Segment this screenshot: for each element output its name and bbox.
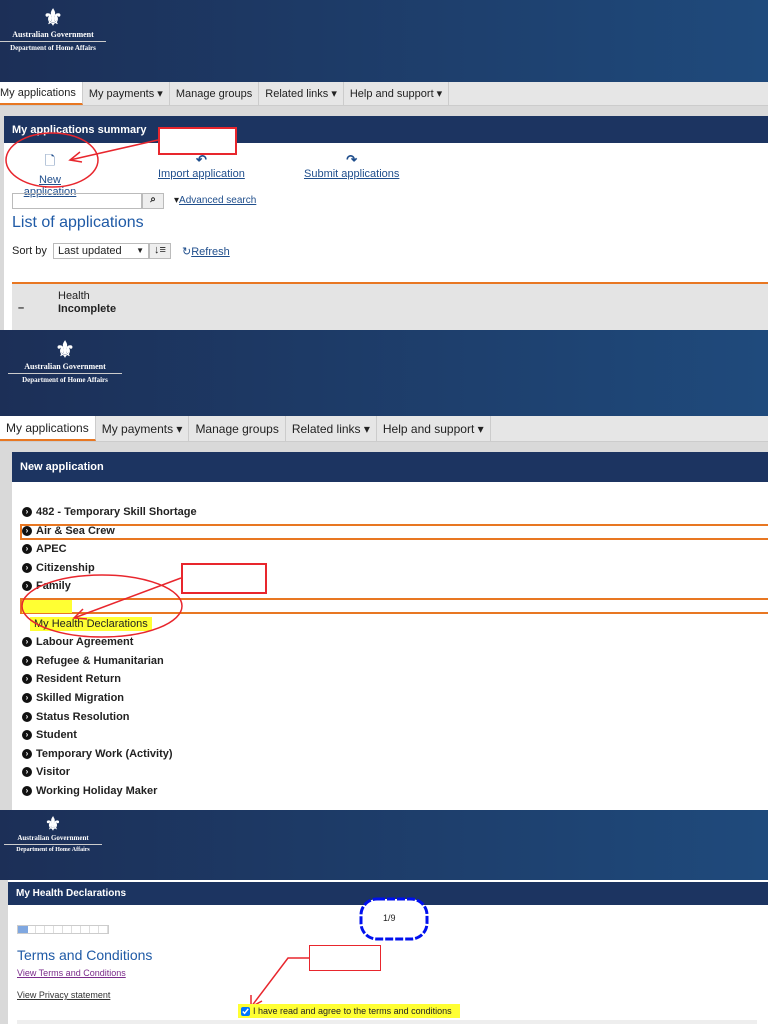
share-icon: ↷ [346, 152, 358, 167]
chevron-right-icon: › [22, 674, 32, 685]
agree-terms-checkbox-row[interactable]: I have read and agree to the terms and c… [238, 1004, 460, 1018]
nav-my-payments[interactable]: My payments ▾ [83, 82, 170, 105]
gov-logo: ⚜ Australian Government Department of Ho… [4, 814, 102, 853]
nav-my-payments[interactable]: My payments ▾ [96, 416, 190, 441]
search-icon: ⌕ [150, 194, 156, 205]
progress-fill [18, 926, 28, 933]
agree-label: I have read and agree to the terms and c… [253, 1006, 452, 1016]
search-input[interactable] [12, 193, 142, 209]
view-terms-link[interactable]: View Terms and Conditions [17, 968, 126, 978]
main-nav: My applications My payments ▾ Manage gro… [0, 82, 768, 106]
nav-help-support[interactable]: Help and support ▾ [377, 416, 491, 441]
chevron-right-icon: › [22, 767, 32, 778]
nav-help-support[interactable]: Help and support ▾ [344, 82, 450, 105]
nav-my-applications[interactable]: My applications [0, 82, 83, 105]
nav-manage-groups[interactable]: Manage groups [189, 416, 286, 441]
submit-applications-button[interactable]: ↷ Submit applications [304, 152, 399, 180]
chevron-right-icon: › [22, 693, 32, 703]
refresh-icon: ↻ [182, 246, 192, 258]
application-type-item[interactable]: › Working Holiday Maker [22, 785, 157, 797]
application-row[interactable]: – Health Incomplete [12, 282, 768, 330]
main-nav: My applications My payments ▾ Manage gro… [0, 416, 768, 442]
agree-checkbox[interactable] [241, 1006, 250, 1016]
refresh-link[interactable]: ↻Refresh [182, 245, 230, 258]
advanced-search-link[interactable]: Advanced search [179, 195, 256, 206]
panel-title: New application [12, 452, 768, 482]
application-type-item[interactable]: › 482 - Temporary Skill Shortage [22, 506, 197, 518]
progress-bar [17, 925, 109, 934]
application-type-item[interactable]: › Status Resolution [22, 711, 130, 723]
view-privacy-link[interactable]: View Privacy statement [17, 990, 110, 1000]
application-type-item[interactable]: › Temporary Work (Activity) [22, 748, 173, 760]
nav-my-applications[interactable]: My applications [0, 416, 96, 441]
step-indicator: 1/9 [383, 913, 396, 923]
chevron-right-icon: › [22, 786, 32, 796]
row-status: Incomplete [58, 303, 117, 315]
sort-select[interactable]: Last updated ▼ [53, 243, 149, 259]
chevron-right-icon: › [22, 730, 32, 741]
nav-manage-groups[interactable]: Manage groups [170, 82, 260, 105]
application-type-item[interactable]: › Skilled Migration [22, 692, 124, 704]
annotation-circle-arrow [5, 132, 159, 188]
chevron-right-icon: › [22, 544, 32, 555]
row-type: Health [58, 290, 90, 302]
site-header [0, 810, 768, 880]
gov-logo: ⚜ Australian Government Department of Ho… [8, 338, 122, 384]
row-toggle[interactable]: – [18, 302, 24, 314]
chevron-right-icon: › [22, 655, 32, 666]
chevron-right-icon: › [22, 748, 32, 759]
application-type-item[interactable]: › Visitor [22, 766, 70, 778]
sort-order-button[interactable]: ↓≡ [149, 243, 171, 259]
gov-logo: ⚜ Australian Government Department of Ho… [0, 6, 106, 52]
site-header [0, 0, 768, 82]
nav-related-links[interactable]: Related links ▾ [286, 416, 377, 441]
chevron-right-icon: › [22, 507, 32, 517]
application-type-item[interactable]: › Resident Return [22, 673, 121, 685]
search-button[interactable]: ⌕ [142, 193, 164, 209]
nav-related-links[interactable]: Related links ▾ [259, 82, 344, 105]
sort-label: Sort by [12, 245, 47, 257]
annotation-circle-arrow [21, 574, 183, 638]
application-type-item[interactable]: › Student [22, 729, 77, 741]
highlight-box [20, 524, 768, 540]
section-title: Terms and Conditions [17, 947, 153, 963]
application-type-item[interactable]: › Refugee & Humanitarian [22, 655, 164, 667]
chevron-right-icon: › [22, 711, 32, 722]
application-type-item[interactable]: › APEC [22, 543, 67, 555]
annotation-box [309, 945, 381, 971]
list-title: List of applications [12, 214, 144, 231]
